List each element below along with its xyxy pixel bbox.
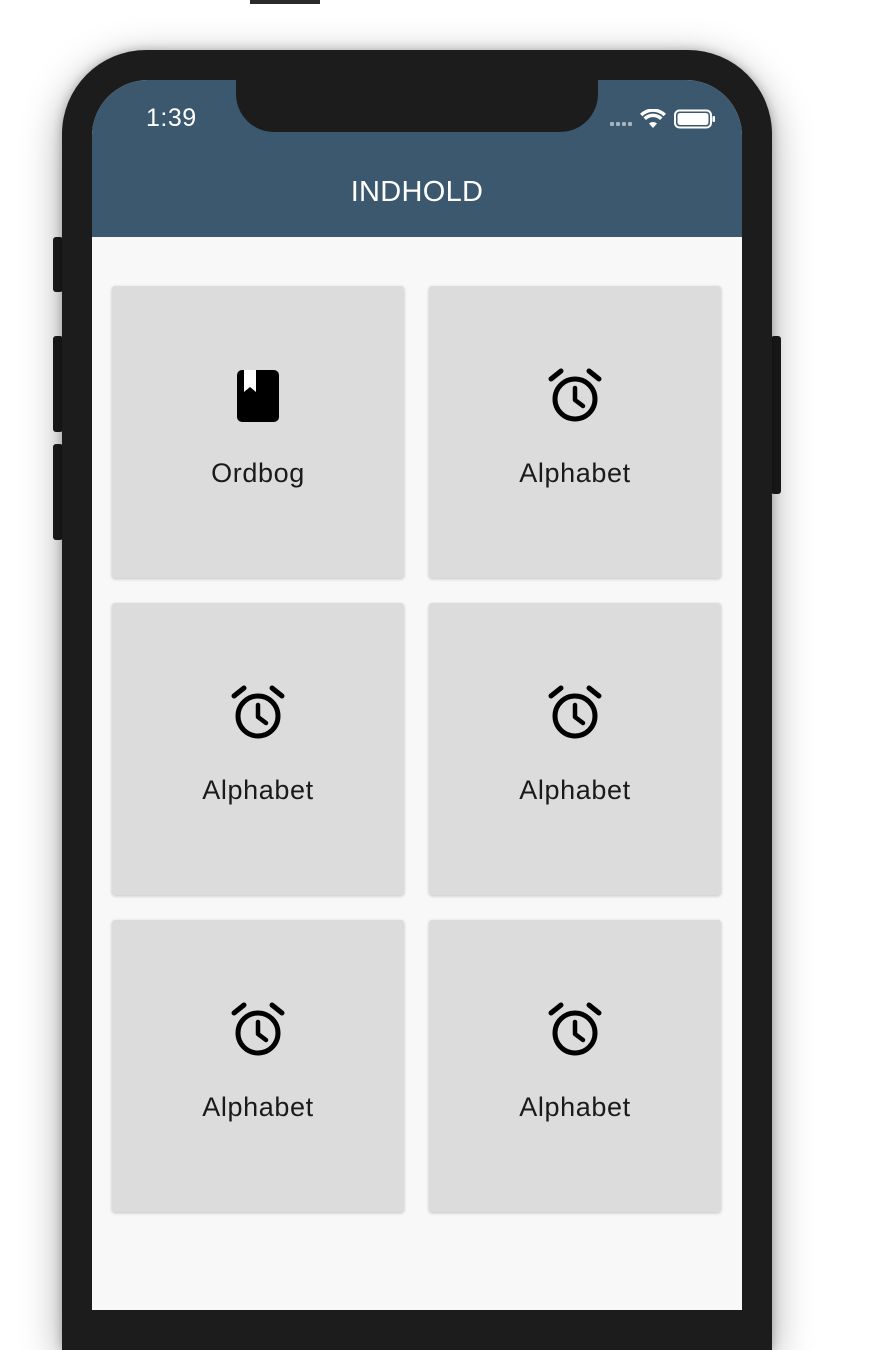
tile-label: Alphabet bbox=[202, 1092, 314, 1122]
alarm-clock-icon bbox=[548, 1002, 602, 1056]
page-title: INDHOLD bbox=[350, 176, 484, 208]
tile-label: Alphabet bbox=[519, 458, 631, 488]
device-notch bbox=[236, 80, 598, 132]
status-time: 1:39 bbox=[146, 104, 197, 132]
tile-alphabet[interactable]: Alphabet bbox=[429, 920, 721, 1212]
alarm-clock-icon bbox=[548, 368, 602, 422]
tile-ordbog[interactable]: Ordbog bbox=[112, 286, 404, 578]
tile-label: Alphabet bbox=[519, 1092, 631, 1122]
book-icon bbox=[237, 370, 279, 422]
status-icons bbox=[610, 106, 716, 132]
tile-alphabet[interactable]: Alphabet bbox=[112, 920, 404, 1212]
cellular-signal-icon bbox=[610, 112, 632, 126]
phone-screen: 1:39 INDHOLD Ordbog Alphabet Alphabet Al… bbox=[92, 80, 742, 1310]
tile-label: Alphabet bbox=[519, 775, 631, 805]
tile-label: Ordbog bbox=[211, 458, 305, 488]
wifi-icon bbox=[640, 109, 666, 128]
tile-alphabet[interactable]: Alphabet bbox=[112, 603, 404, 895]
top-edge-bar bbox=[250, 0, 320, 4]
tile-alphabet[interactable]: Alphabet bbox=[429, 603, 721, 895]
alarm-clock-icon bbox=[548, 685, 602, 739]
power-button bbox=[771, 336, 781, 494]
tile-label: Alphabet bbox=[202, 775, 314, 805]
tile-grid: Ordbog Alphabet Alphabet Alphabet Alphab… bbox=[112, 286, 722, 1212]
alarm-clock-icon bbox=[231, 685, 285, 739]
battery-icon bbox=[674, 109, 715, 129]
tile-alphabet[interactable]: Alphabet bbox=[429, 286, 721, 578]
alarm-clock-icon bbox=[231, 1002, 285, 1056]
